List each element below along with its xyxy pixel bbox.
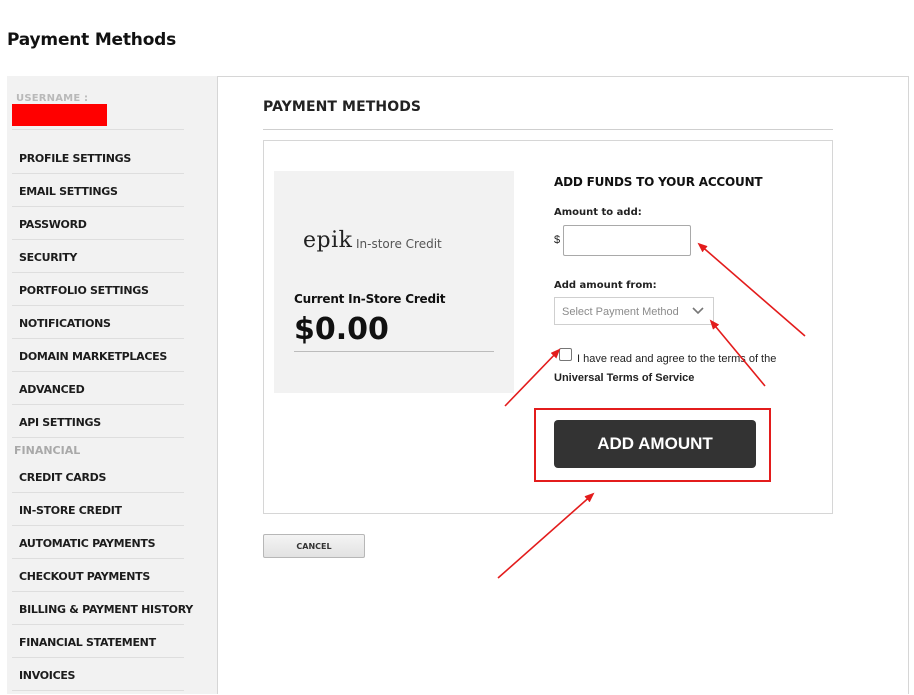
username-redacted [12, 104, 107, 126]
sidebar-item-label: API SETTINGS [19, 416, 101, 429]
sidebar-item-label: CHECKOUT PAYMENTS [19, 570, 150, 583]
sidebar-section-financial: FINANCIAL [14, 444, 81, 457]
payment-method-placeholder: Select Payment Method [562, 306, 679, 318]
from-label: Add amount from: [554, 280, 657, 291]
page-title: Payment Methods [7, 30, 177, 50]
amount-label: Amount to add: [554, 207, 642, 218]
sidebar-item-notifications[interactable]: NOTIFICATIONS [12, 306, 184, 339]
sidebar-item-api-settings[interactable]: API SETTINGS [12, 405, 184, 438]
sidebar-item-email-settings[interactable]: EMAIL SETTINGS [12, 174, 184, 207]
sidebar-item-financial-statement[interactable]: FINANCIAL STATEMENT [12, 625, 184, 658]
sidebar-divider [12, 129, 184, 130]
agree-prefix: I have read and agree to the terms of th… [577, 353, 777, 365]
credit-divider [294, 351, 494, 352]
sidebar-item-in-store-credit[interactable]: IN-STORE CREDIT [12, 493, 184, 526]
sidebar-item-credit-cards[interactable]: CREDIT CARDS [12, 460, 184, 493]
currency-symbol: $ [554, 234, 561, 246]
sidebar-item-domain-marketplaces[interactable]: DOMAIN MARKETPLACES [12, 339, 184, 372]
sidebar-item-label: PASSWORD [19, 218, 87, 231]
epik-logo: epik [303, 228, 353, 253]
chevron-down-icon [692, 307, 704, 315]
sidebar-item-label: EMAIL SETTINGS [19, 185, 118, 198]
sidebar-item-label: CREDIT CARDS [19, 471, 107, 484]
sidebar-item-label: SECURITY [19, 251, 78, 264]
cancel-button[interactable]: CANCEL [263, 534, 365, 558]
section-divider [263, 129, 833, 130]
sidebar-item-invoices[interactable]: INVOICES [12, 658, 184, 691]
sidebar-item-checkout-payments[interactable]: CHECKOUT PAYMENTS [12, 559, 184, 592]
sidebar-item-label: INVOICES [19, 669, 76, 682]
section-title: PAYMENT METHODS [263, 99, 422, 115]
sidebar-item-label: NOTIFICATIONS [19, 317, 111, 330]
sidebar-item-label: IN-STORE CREDIT [19, 504, 122, 517]
sidebar-item-password[interactable]: PASSWORD [12, 207, 184, 240]
logo-subtitle: In-store Credit [356, 237, 442, 251]
sidebar-item-label: DOMAIN MARKETPLACES [19, 350, 167, 363]
add-amount-button[interactable]: ADD AMOUNT [554, 420, 756, 468]
sidebar-item-profile-settings[interactable]: PROFILE SETTINGS [12, 141, 184, 174]
sidebar-item-label: FINANCIAL STATEMENT [19, 636, 156, 649]
sidebar-item-label: AUTOMATIC PAYMENTS [19, 537, 156, 550]
sidebar-item-label: PROFILE SETTINGS [19, 152, 131, 165]
amount-input[interactable] [563, 225, 691, 256]
sidebar-item-automatic-payments[interactable]: AUTOMATIC PAYMENTS [12, 526, 184, 559]
sidebar: USERNAME : PROFILE SETTINGS EMAIL SETTIN… [7, 76, 218, 694]
sidebar-item-label: ADVANCED [19, 383, 85, 396]
credit-title: Current In-Store Credit [294, 292, 446, 306]
agree-text: I have read and agree to the terms of th… [554, 350, 779, 388]
sidebar-item-label: PORTFOLIO SETTINGS [19, 284, 149, 297]
credit-panel: epik In-store Credit Current In-Store Cr… [274, 171, 514, 393]
payment-method-select[interactable]: Select Payment Method [554, 297, 714, 325]
username-label: USERNAME : [16, 93, 89, 104]
sidebar-item-portfolio-settings[interactable]: PORTFOLIO SETTINGS [12, 273, 184, 306]
credit-amount: $0.00 [294, 312, 389, 347]
terms-link[interactable]: Universal Terms of Service [554, 372, 694, 384]
sidebar-item-label: BILLING & PAYMENT HISTORY [19, 603, 193, 616]
form-heading: ADD FUNDS TO YOUR ACCOUNT [554, 175, 763, 189]
sidebar-item-advanced[interactable]: ADVANCED [12, 372, 184, 405]
sidebar-item-security[interactable]: SECURITY [12, 240, 184, 273]
sidebar-item-billing-payment-history[interactable]: BILLING & PAYMENT HISTORY [12, 592, 193, 625]
